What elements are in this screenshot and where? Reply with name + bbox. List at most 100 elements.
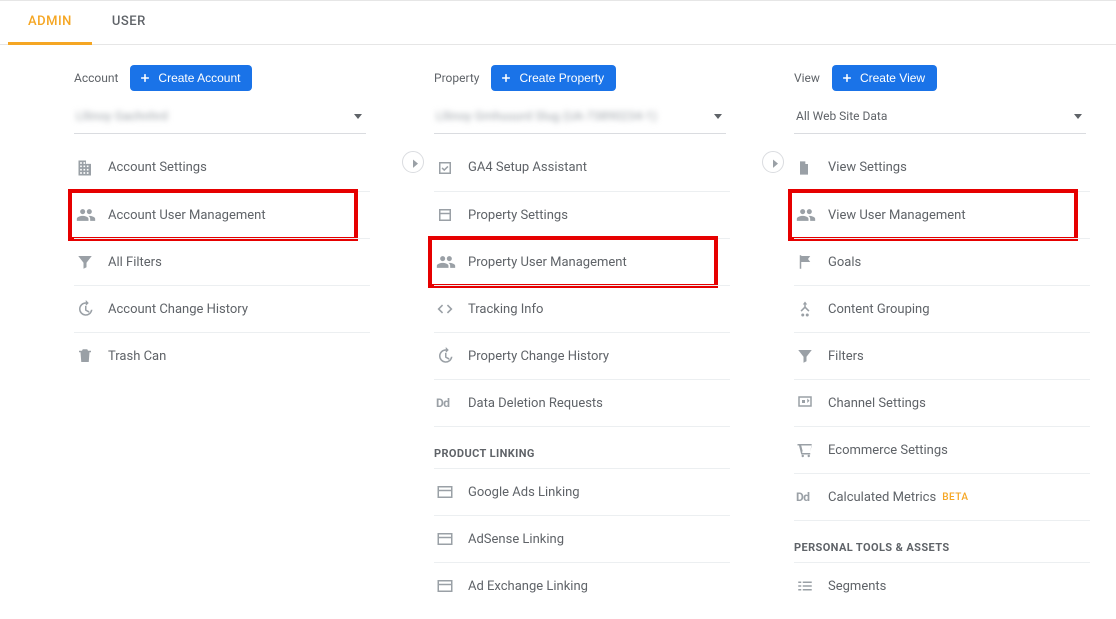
item-label: Trash Can [108, 349, 166, 364]
view-label: View [794, 71, 820, 85]
item-label: Data Deletion Requests [468, 396, 603, 411]
calculated-metrics-item[interactable]: Dd Calculated Metrics BETA [794, 473, 1090, 520]
trash-icon [76, 347, 94, 365]
arrow-right-icon [768, 155, 778, 169]
history-icon [436, 347, 454, 365]
property-change-history-item[interactable]: Property Change History [434, 332, 730, 379]
item-label: View User Management [828, 208, 966, 223]
create-view-button[interactable]: Create View [832, 65, 937, 91]
link-icon [436, 530, 454, 548]
view-selector[interactable]: All Web Site Data [794, 101, 1086, 134]
tab-admin[interactable]: ADMIN [8, 2, 92, 45]
item-label: Property User Management [468, 255, 627, 270]
people-icon [796, 205, 816, 225]
collapse-property-button[interactable] [402, 151, 424, 173]
branch-icon [796, 300, 814, 318]
data-deletion-item[interactable]: Dd Data Deletion Requests [434, 379, 730, 426]
tab-user[interactable]: USER [92, 2, 166, 45]
item-label: Ad Exchange Linking [468, 579, 588, 594]
checkbox-icon [436, 159, 454, 177]
property-selected: Lllinoy Gmhuuurd Slug (UA-73890234-1) [436, 109, 657, 123]
item-label: Filters [828, 349, 864, 364]
dd-icon: Dd [796, 490, 810, 504]
link-icon [436, 577, 454, 595]
item-label: Account Change History [108, 302, 248, 317]
segments-item[interactable]: Segments [794, 562, 1090, 609]
account-selected: Lllinoy Gachnhrd [76, 109, 168, 123]
google-ads-linking-item[interactable]: Google Ads Linking [434, 468, 730, 515]
link-icon [436, 483, 454, 501]
chevron-down-icon [354, 114, 362, 119]
tracking-info-item[interactable]: Tracking Info [434, 285, 730, 332]
create-account-button[interactable]: Create Account [130, 65, 252, 91]
item-label: GA4 Setup Assistant [468, 160, 587, 175]
funnel-icon [796, 347, 814, 365]
account-settings-item[interactable]: Account Settings [74, 144, 370, 191]
create-view-label: Create View [860, 71, 925, 85]
ga4-setup-item[interactable]: GA4 Setup Assistant [434, 144, 730, 191]
people-icon [76, 205, 96, 225]
plus-icon [138, 71, 152, 85]
item-label: Property Settings [468, 208, 568, 223]
property-label: Property [434, 71, 479, 85]
view-selected: All Web Site Data [796, 109, 887, 123]
item-label: Content Grouping [828, 302, 930, 317]
item-label: Tracking Info [468, 302, 543, 317]
create-property-button[interactable]: Create Property [491, 65, 616, 91]
channel-icon [796, 394, 814, 412]
item-label: View Settings [828, 160, 907, 175]
create-property-label: Create Property [519, 71, 604, 85]
channel-settings-item[interactable]: Channel Settings [794, 379, 1090, 426]
arrow-right-icon [408, 155, 418, 169]
account-change-history-item[interactable]: Account Change History [74, 285, 370, 332]
property-user-management-item[interactable]: Property User Management [434, 238, 730, 285]
view-settings-item[interactable]: View Settings [794, 144, 1090, 191]
item-label: Channel Settings [828, 396, 926, 411]
property-settings-item[interactable]: Property Settings [434, 191, 730, 238]
building-icon [76, 158, 96, 178]
item-label: Ecommerce Settings [828, 443, 948, 458]
item-label: Google Ads Linking [468, 485, 580, 500]
code-icon [436, 300, 454, 318]
content-grouping-item[interactable]: Content Grouping [794, 285, 1090, 332]
account-selector[interactable]: Lllinoy Gachnhrd [74, 101, 366, 134]
item-label: All Filters [108, 255, 162, 270]
item-label: Goals [828, 255, 861, 270]
people-icon [436, 252, 456, 272]
view-user-management-item[interactable]: View User Management [794, 191, 1090, 238]
account-user-management-item[interactable]: Account User Management [74, 191, 370, 238]
history-icon [76, 300, 94, 318]
view-column: View Create View All Web Site Data View … [730, 65, 1090, 609]
collapse-view-button[interactable] [762, 151, 784, 173]
item-label: Property Change History [468, 349, 609, 364]
property-column: Property Create Property Lllinoy Gmhuuur… [370, 65, 730, 609]
item-label: Account Settings [108, 160, 207, 175]
item-label: Calculated Metrics [828, 490, 936, 505]
funnel-icon [76, 253, 94, 271]
personal-tools-header: PERSONAL TOOLS & ASSETS [794, 520, 1090, 562]
account-label: Account [74, 71, 118, 85]
goals-item[interactable]: Goals [794, 238, 1090, 285]
item-label: AdSense Linking [468, 532, 564, 547]
ad-exchange-linking-item[interactable]: Ad Exchange Linking [434, 562, 730, 609]
account-column: Account Create Account Lllinoy Gachnhrd … [10, 65, 370, 609]
item-label: Account User Management [108, 208, 266, 223]
trash-can-item[interactable]: Trash Can [74, 332, 370, 379]
plus-icon [840, 71, 854, 85]
ecommerce-settings-item[interactable]: Ecommerce Settings [794, 426, 1090, 473]
chevron-down-icon [1074, 114, 1082, 119]
beta-badge: BETA [942, 492, 968, 503]
property-selector[interactable]: Lllinoy Gmhuuurd Slug (UA-73890234-1) [434, 101, 726, 134]
flag-icon [796, 253, 814, 271]
cart-icon [796, 441, 814, 459]
segments-icon [796, 577, 814, 595]
create-account-label: Create Account [158, 71, 240, 85]
panel-icon [436, 206, 454, 224]
chevron-down-icon [714, 114, 722, 119]
all-filters-item[interactable]: All Filters [74, 238, 370, 285]
view-filters-item[interactable]: Filters [794, 332, 1090, 379]
plus-icon [499, 71, 513, 85]
adsense-linking-item[interactable]: AdSense Linking [434, 515, 730, 562]
main-tabs: ADMIN USER [0, 0, 1116, 45]
page-icon [796, 159, 812, 177]
